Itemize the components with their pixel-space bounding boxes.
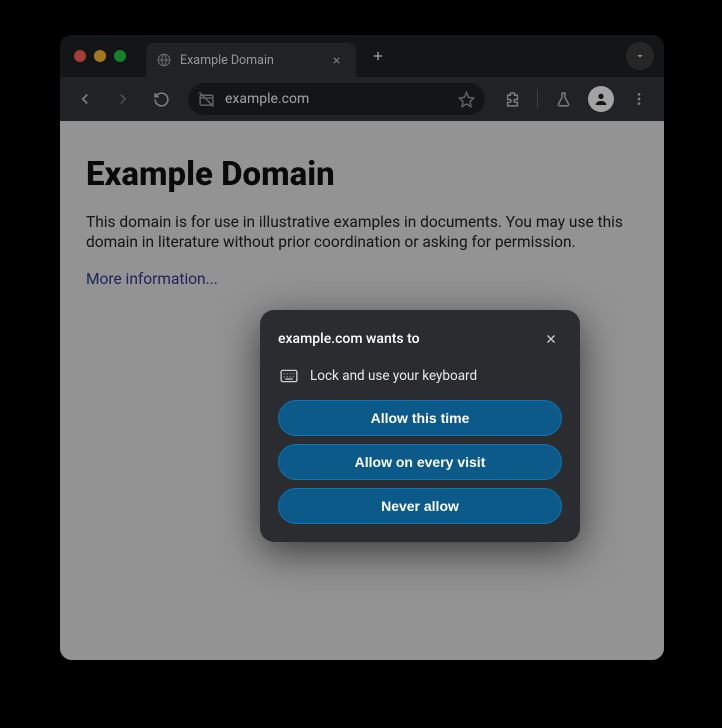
permission-label: Lock and use your keyboard bbox=[310, 368, 477, 384]
toolbar: example.com bbox=[60, 77, 664, 121]
dialog-title: example.com wants to bbox=[278, 331, 420, 347]
allow-every-visit-button[interactable]: Allow on every visit bbox=[278, 444, 562, 480]
tab-close-button[interactable] bbox=[328, 52, 344, 68]
extensions-button[interactable] bbox=[495, 82, 529, 116]
window-controls bbox=[70, 50, 146, 62]
profile-button[interactable] bbox=[584, 82, 618, 116]
dialog-close-button[interactable] bbox=[540, 328, 562, 350]
back-button[interactable] bbox=[68, 82, 102, 116]
url-text: example.com bbox=[225, 91, 448, 107]
keyboard-icon bbox=[280, 369, 298, 383]
page-heading: Example Domain bbox=[86, 155, 638, 194]
allow-this-time-button[interactable]: Allow this time bbox=[278, 400, 562, 436]
more-info-link[interactable]: More information... bbox=[86, 270, 218, 288]
bookmark-star-icon[interactable] bbox=[458, 91, 475, 108]
tab-search-button[interactable] bbox=[626, 42, 654, 70]
kebab-menu-button[interactable] bbox=[622, 82, 656, 116]
page-paragraph: This domain is for use in illustrative e… bbox=[86, 212, 631, 252]
address-bar[interactable]: example.com bbox=[188, 83, 485, 115]
new-tab-button[interactable] bbox=[364, 42, 392, 70]
window-close-button[interactable] bbox=[74, 50, 86, 62]
window-zoom-button[interactable] bbox=[114, 50, 126, 62]
toolbar-separator bbox=[537, 89, 538, 109]
labs-button[interactable] bbox=[546, 82, 580, 116]
tab-title: Example Domain bbox=[180, 53, 320, 68]
browser-window: Example Domain bbox=[60, 35, 664, 660]
browser-tab[interactable]: Example Domain bbox=[146, 43, 356, 77]
window-minimize-button[interactable] bbox=[94, 50, 106, 62]
permission-row: Lock and use your keyboard bbox=[278, 366, 562, 400]
forward-button[interactable] bbox=[106, 82, 140, 116]
reload-button[interactable] bbox=[144, 82, 178, 116]
site-settings-icon[interactable] bbox=[198, 91, 215, 108]
permission-dialog: example.com wants to Lock and use your k… bbox=[260, 310, 580, 542]
globe-icon bbox=[156, 52, 172, 68]
avatar-icon bbox=[588, 86, 614, 112]
titlebar: Example Domain bbox=[60, 35, 664, 77]
never-allow-button[interactable]: Never allow bbox=[278, 488, 562, 524]
